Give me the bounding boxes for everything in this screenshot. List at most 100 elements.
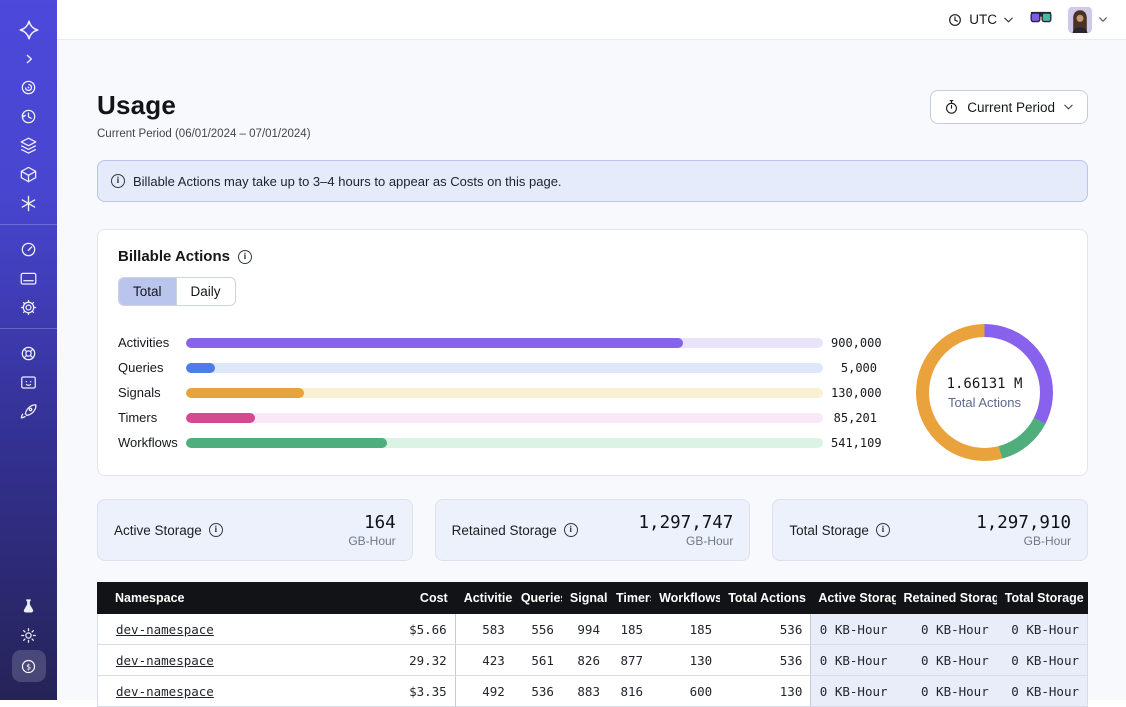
table-cell: 877 <box>608 645 651 676</box>
chevron-down-icon <box>1098 16 1108 23</box>
table-cell: 0 KB-Hour <box>810 676 895 707</box>
topbar: UTC <box>57 0 1126 40</box>
namespace-cell: dev-namespace <box>97 614 350 645</box>
storage-card-value: 1,297,910 <box>976 513 1071 533</box>
tab-daily[interactable]: Daily <box>176 278 235 305</box>
history-icon[interactable] <box>0 102 57 131</box>
storage-card-label: Total Storage <box>789 523 869 538</box>
table-cell: 561 <box>513 645 562 676</box>
bar-row-queries: Queries 5,000 <box>118 355 877 380</box>
column-header-queries: Queries <box>513 582 562 614</box>
table-cell: 130 <box>651 645 720 676</box>
storage-card-unit: GB-Hour <box>639 534 734 548</box>
namespace-cell: dev-namespace <box>97 676 350 707</box>
gear-icon[interactable] <box>0 293 57 322</box>
sun-icon[interactable] <box>0 621 57 650</box>
table-cell: 600 <box>651 676 720 707</box>
table-cell: 583 <box>456 614 513 645</box>
life-buoy-icon[interactable] <box>0 339 57 368</box>
total-actions-label: Total Actions <box>948 395 1021 410</box>
info-icon[interactable]: i <box>209 523 223 537</box>
table-cell: 0 KB-Hour <box>896 676 997 707</box>
info-icon[interactable]: i <box>238 250 252 264</box>
namespace-link[interactable]: dev-namespace <box>116 653 214 668</box>
table-row: dev-namespace29.324235618268771305360 KB… <box>97 645 1088 676</box>
dollar-coin-icon[interactable]: $ <box>12 650 46 682</box>
bar-value: 541,109 <box>831 436 877 450</box>
layers-icon[interactable] <box>0 131 57 160</box>
info-icon[interactable]: i <box>564 523 578 537</box>
storage-card-active-storage: Active Storagei164GB-Hour <box>97 499 413 561</box>
table-cell: 536 <box>720 645 810 676</box>
asterisk-icon[interactable] <box>0 189 57 218</box>
bar-track <box>186 363 823 373</box>
bar-value: 5,000 <box>831 361 877 375</box>
bar-row-timers: Timers85,201 <box>118 405 877 430</box>
bar-track <box>186 413 823 423</box>
svg-text:$: $ <box>26 661 31 671</box>
chevron-right-icon[interactable] <box>0 44 57 73</box>
table-cell: 883 <box>562 676 608 707</box>
billable-view-tabs: TotalDaily <box>118 277 236 306</box>
bar-track <box>186 438 823 448</box>
chevron-down-icon <box>1063 103 1074 111</box>
main-content: Usage Current Period (06/01/2024 – 07/01… <box>57 40 1126 700</box>
bar-value: 130,000 <box>831 386 877 400</box>
sidebar-divider <box>0 224 57 225</box>
column-header-activities: Activities <box>456 582 513 614</box>
column-header-total-actions: Total Actions <box>720 582 810 614</box>
flask-icon[interactable] <box>0 592 57 621</box>
cube-icon[interactable] <box>0 160 57 189</box>
info-icon[interactable]: i <box>876 523 890 537</box>
table-cell: 185 <box>608 614 651 645</box>
table-cell: 0 KB-Hour <box>896 614 997 645</box>
table-cell: 130 <box>720 676 810 707</box>
bar-row-activities: Activities900,000 <box>118 330 877 355</box>
table-row: dev-namespace$3.354925368838166001300 KB… <box>97 676 1088 707</box>
period-selector-button[interactable]: Current Period <box>930 90 1088 124</box>
chevron-down-icon <box>1003 16 1014 24</box>
terminal-icon[interactable] <box>0 368 57 397</box>
timezone-selector[interactable]: UTC <box>947 12 1014 28</box>
bar-row-signals: Signals130,000 <box>118 380 877 405</box>
avatar <box>1068 7 1092 33</box>
table-cell: $3.35 <box>350 676 456 707</box>
rocket-icon[interactable] <box>0 397 57 426</box>
tab-total[interactable]: Total <box>119 278 176 305</box>
table-row: dev-namespace$5.665835569941851855360 KB… <box>97 614 1088 645</box>
column-header-workflows: Workflows <box>651 582 720 614</box>
sidebar-divider <box>0 328 57 329</box>
table-header-row: NamespaceCostActivitiesQueriesSignalsTim… <box>97 582 1088 614</box>
bar-label: Queries <box>118 360 186 375</box>
table-cell: 423 <box>456 645 513 676</box>
bar-row-workflows: Workflows541,109 <box>118 430 877 455</box>
table-cell: 0 KB-Hour <box>810 645 895 676</box>
table-cell: 185 <box>651 614 720 645</box>
namespace-link[interactable]: dev-namespace <box>116 622 214 637</box>
spiral-icon[interactable] <box>0 73 57 102</box>
total-actions-donut-chart: 1.66131 M Total Actions <box>916 324 1053 461</box>
user-menu[interactable] <box>1068 7 1108 33</box>
info-icon: i <box>111 174 125 188</box>
namespace-link[interactable]: dev-namespace <box>116 684 214 699</box>
table-cell: 0 KB-Hour <box>896 645 997 676</box>
table-cell: 0 KB-Hour <box>997 645 1088 676</box>
column-header-cost: Cost <box>350 582 456 614</box>
table-cell: 492 <box>456 676 513 707</box>
credit-card-icon[interactable] <box>0 264 57 293</box>
billable-actions-card: Billable Actions i TotalDaily Activities… <box>97 229 1088 476</box>
namespace-cell: dev-namespace <box>97 645 350 676</box>
stopwatch-icon <box>944 99 959 115</box>
temporal-logo[interactable] <box>0 15 57 44</box>
column-header-namespace: Namespace <box>97 582 350 614</box>
table-cell: 994 <box>562 614 608 645</box>
storage-card-unit: GB-Hour <box>976 534 1071 548</box>
bar-fill <box>186 438 387 448</box>
bar-label: Timers <box>118 410 186 425</box>
column-header-timers: Timers <box>608 582 651 614</box>
gauge-icon[interactable] <box>0 235 57 264</box>
billable-actions-title: Billable Actions <box>118 248 230 265</box>
storage-summary-row: Active Storagei164GB-HourRetained Storag… <box>97 499 1088 561</box>
3d-glasses-icon[interactable] <box>1030 10 1052 29</box>
sidebar: $ <box>0 0 57 700</box>
